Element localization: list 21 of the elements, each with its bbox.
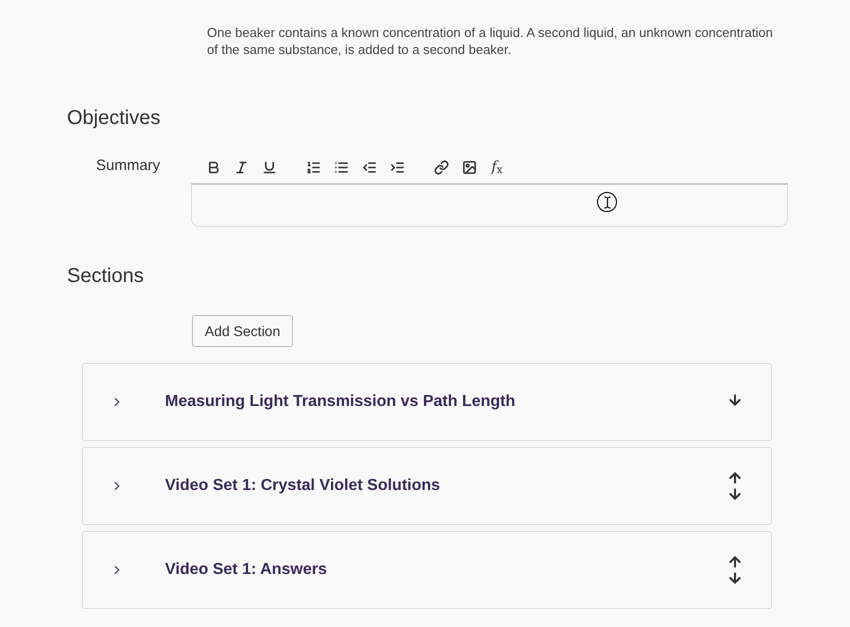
arrow-down-icon: [727, 392, 743, 408]
section-title[interactable]: Video Set 1: Crystal Violet Solutions: [165, 474, 723, 498]
add-section-button[interactable]: Add Section: [192, 315, 293, 347]
section-title[interactable]: Video Set 1: Answers: [165, 558, 723, 582]
outdent-icon: [362, 160, 376, 174]
formula-button[interactable]: f$_{x}$: [483, 155, 511, 179]
arrow-up-icon: [727, 470, 743, 486]
sections-heading: Sections: [67, 264, 144, 289]
description-text: One beaker contains a known concentration of a liquid. A second liquid, an unknown concentration of the same substance, is added to a second beaker.: [207, 24, 774, 58]
arrow-down-icon: [727, 486, 743, 502]
section-title[interactable]: Measuring Light Transmission vs Path Length: [165, 390, 723, 414]
underline-icon: [262, 160, 276, 174]
image-icon: [462, 160, 476, 174]
link-icon: [434, 160, 448, 174]
italic-icon: [234, 160, 248, 174]
indent-icon: [390, 160, 404, 174]
summary-label: Summary: [96, 156, 162, 176]
arrow-down-icon: [727, 570, 743, 586]
objectives-heading: Objectives: [67, 106, 160, 131]
numbered-list-icon: [306, 160, 320, 174]
bullet-list-icon: [334, 160, 348, 174]
